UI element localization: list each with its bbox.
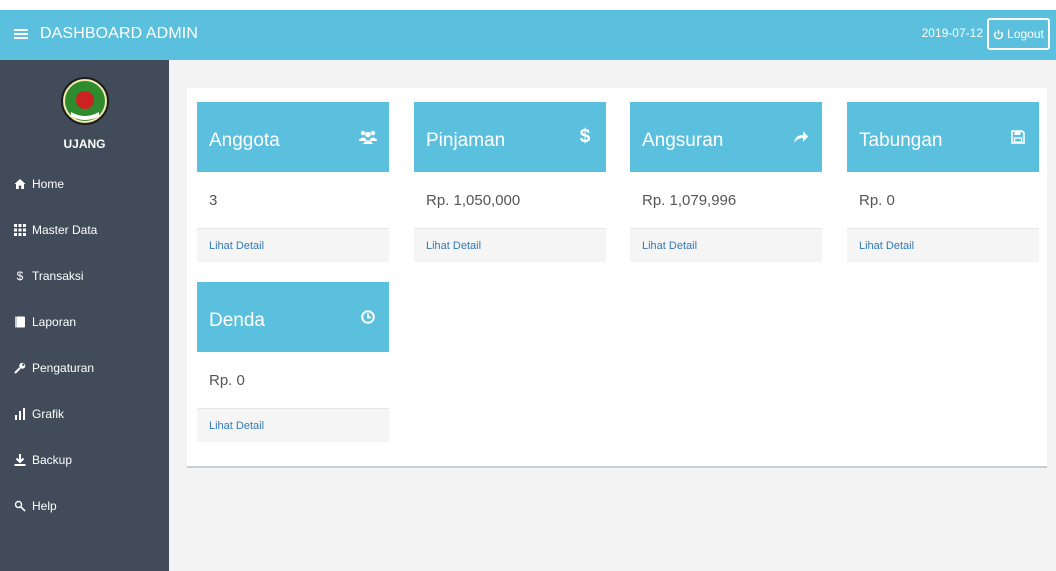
lihat-detail-link[interactable]: Lihat Detail (197, 228, 389, 262)
main-content: Anggota 3 Lihat Detail Pinjaman $ Rp. 1,… (169, 60, 1056, 571)
wrench-icon (14, 362, 26, 374)
download-icon (14, 454, 26, 466)
card-tabungan: Tabungan Rp. 0 Lihat Detail (847, 102, 1039, 262)
menu-icon[interactable] (14, 28, 28, 40)
home-icon (14, 178, 26, 190)
sidebar-item-label: Master Data (32, 223, 98, 237)
sidebar-item-grafik[interactable]: Grafik (0, 398, 169, 430)
grid-icon (14, 224, 26, 236)
users-icon (359, 128, 377, 146)
bar-chart-icon (14, 408, 26, 420)
card-title: Anggota (209, 130, 280, 151)
lihat-detail-link[interactable]: Lihat Detail (197, 408, 389, 442)
sidebar-item-label: Help (32, 499, 57, 513)
card-header: Angsuran (630, 102, 822, 172)
sidebar-item-pengaturan[interactable]: Pengaturan (0, 352, 169, 384)
dashboard-panel: Anggota 3 Lihat Detail Pinjaman $ Rp. 1,… (187, 88, 1047, 468)
clock-icon (359, 308, 377, 326)
sidebar-item-label: Home (32, 177, 65, 191)
sidebar-item-home[interactable]: Home (0, 168, 169, 200)
lihat-detail-link[interactable]: Lihat Detail (630, 228, 822, 262)
organization-logo (61, 77, 109, 125)
sidebar: UJANG Home Master Data $ Transaksi Lapor… (0, 60, 169, 571)
card-value: Rp. 1,050,000 (414, 172, 606, 228)
card-title: Tabungan (859, 130, 943, 151)
sidebar-item-backup[interactable]: Backup (0, 444, 169, 476)
card-header: Denda (197, 282, 389, 352)
sidebar-item-label: Transaksi (32, 269, 84, 283)
lihat-detail-link[interactable]: Lihat Detail (414, 228, 606, 262)
current-date: 2019-07-12 (921, 26, 983, 40)
card-value: Rp. 0 (197, 352, 389, 408)
app-title: DASHBOARD ADMIN (40, 25, 198, 42)
card-header: Anggota (197, 102, 389, 172)
user-name: UJANG (63, 137, 106, 151)
brand[interactable]: DASHBOARD ADMIN (14, 10, 198, 58)
sidebar-item-help[interactable]: Help (0, 490, 169, 522)
power-icon (994, 29, 1004, 39)
card-value: Rp. 1,079,996 (630, 172, 822, 228)
save-icon (1009, 128, 1027, 146)
sidebar-item-label: Laporan (32, 315, 77, 329)
card-header: Pinjaman $ (414, 102, 606, 172)
sidebar-item-label: Pengaturan (32, 361, 95, 375)
lihat-detail-link[interactable]: Lihat Detail (847, 228, 1039, 262)
card-anggota: Anggota 3 Lihat Detail (197, 102, 389, 262)
card-header: Tabungan (847, 102, 1039, 172)
book-icon (14, 316, 26, 328)
card-title: Pinjaman (426, 130, 506, 151)
sidebar-item-transaksi[interactable]: $ Transaksi (0, 260, 169, 292)
logout-button[interactable]: Logout (987, 18, 1050, 50)
card-value: Rp. 0 (847, 172, 1039, 228)
share-arrow-icon (792, 128, 810, 146)
logout-label: Logout (1007, 27, 1044, 41)
card-value: 3 (197, 172, 389, 228)
dollar-icon: $ (579, 126, 591, 147)
sidebar-item-label: Grafik (32, 407, 65, 421)
card-title: Denda (209, 310, 265, 331)
dollar-icon: $ (16, 269, 24, 283)
sidebar-item-master-data[interactable]: Master Data (0, 214, 169, 246)
card-title: Angsuran (642, 130, 724, 151)
help-icon (14, 500, 26, 512)
card-angsuran: Angsuran Rp. 1,079,996 Lihat Detail (630, 102, 822, 262)
top-navbar: DASHBOARD ADMIN 2019-07-12 Logout (0, 10, 1056, 60)
sidebar-item-label: Backup (32, 453, 73, 467)
card-denda: Denda Rp. 0 Lihat Detail (197, 282, 389, 442)
card-pinjaman: Pinjaman $ Rp. 1,050,000 Lihat Detail (414, 102, 606, 262)
sidebar-item-laporan[interactable]: Laporan (0, 306, 169, 338)
